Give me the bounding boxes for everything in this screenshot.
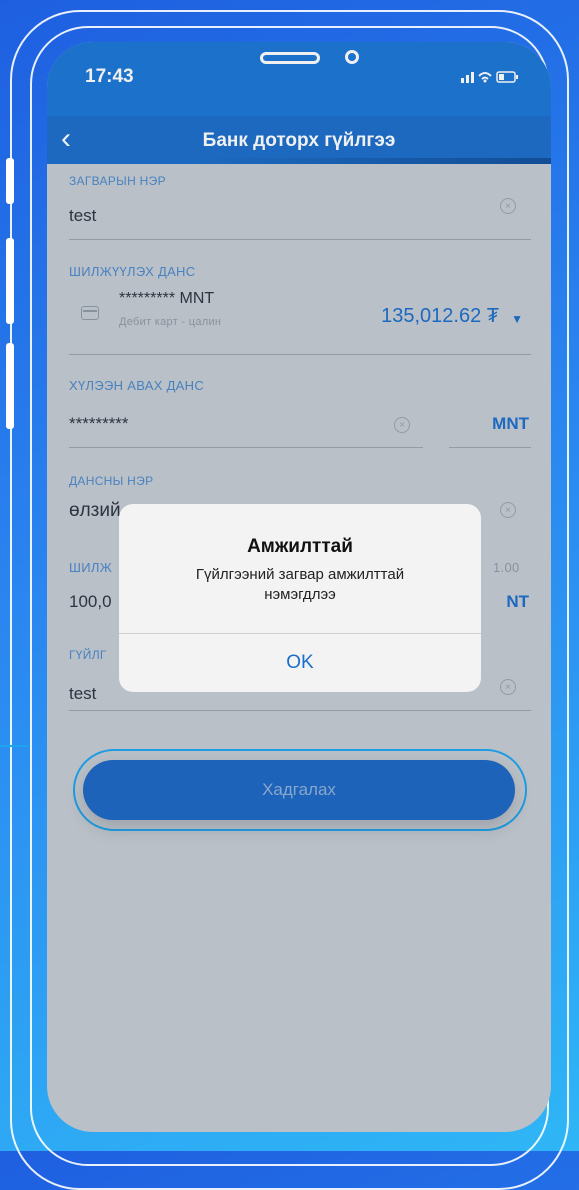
device-side-button xyxy=(6,343,14,429)
alert-ok-button[interactable]: OK xyxy=(119,634,481,692)
success-alert: Амжилттай Гүйлгээний загвар амжилттай нэ… xyxy=(119,504,481,692)
alert-message: Гүйлгээний загвар амжилттай нэмэгдлээ xyxy=(195,566,405,603)
phone-screen: 17:43 ‹ Банк доторх гүйлгээ ЗАГВАРЫН НЭР… xyxy=(47,42,551,1132)
alert-title: Амжилттай xyxy=(247,536,353,557)
device-side-button xyxy=(6,158,14,204)
device-side-button xyxy=(6,238,14,324)
callout-line xyxy=(0,745,29,747)
